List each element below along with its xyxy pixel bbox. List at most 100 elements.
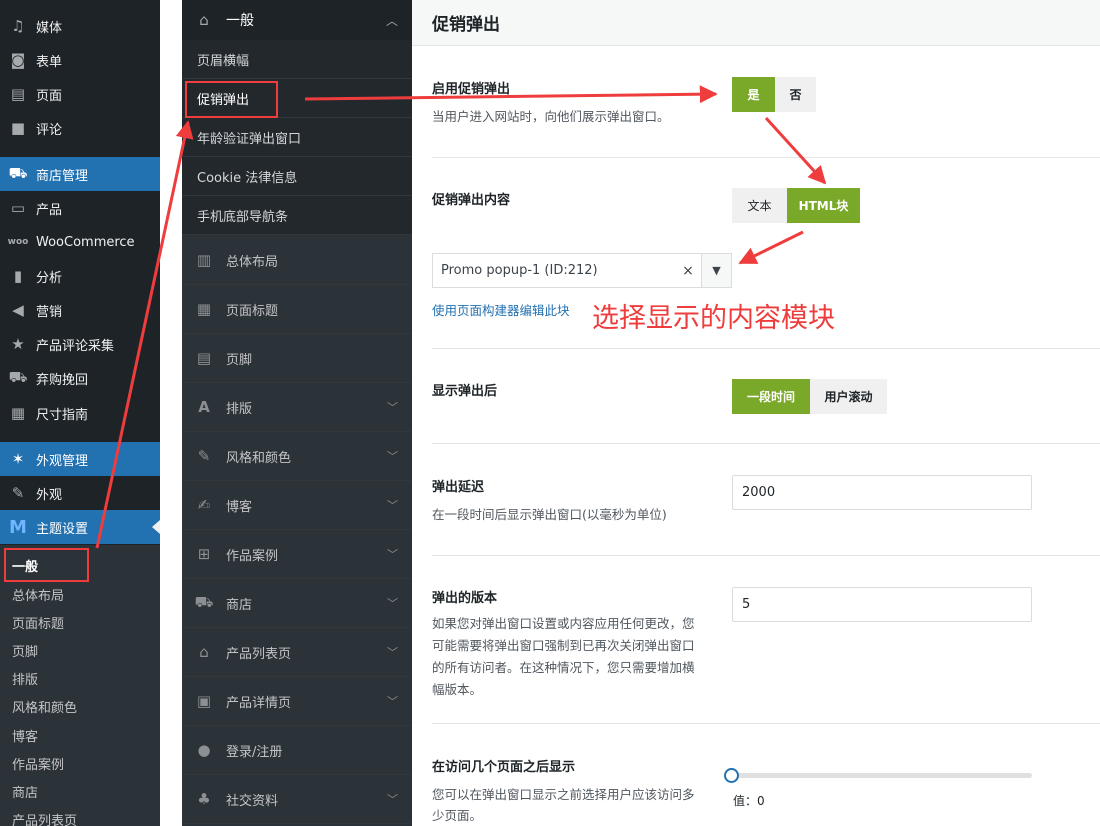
panel-section-general[interactable]: ⌂ 一般 ︿ xyxy=(182,0,412,40)
submenu-product-archive[interactable]: 产品列表页 xyxy=(12,805,77,826)
panel-section-social[interactable]: ♣ 社交资料 ﹀ xyxy=(182,775,412,824)
chevron-down-icon: ﹀ xyxy=(387,499,398,512)
archive-icon: ▭ xyxy=(10,199,26,217)
submenu-shop[interactable]: 商店 xyxy=(12,777,38,805)
menu-item-comments[interactable]: ■ 评论 xyxy=(0,111,160,145)
panel-section-layout[interactable]: ▥ 总体布局 xyxy=(182,236,412,285)
panel-sub-cookie-law[interactable]: Cookie 法律信息 xyxy=(182,157,412,196)
submenu-footer[interactable]: 页脚 xyxy=(12,636,38,664)
panel-section-page-title[interactable]: ▦ 页面标题 xyxy=(182,285,412,334)
panel-section-portfolio[interactable]: ⊞ 作品案例 ﹀ xyxy=(182,530,412,579)
star-icon: ★ xyxy=(11,335,25,353)
time-option-button[interactable]: 一段时间 xyxy=(732,379,810,414)
html-block-option-button[interactable]: HTML块 xyxy=(787,188,860,223)
page-title: 促销弹出 xyxy=(412,0,1100,46)
menu-item-forms[interactable]: ◙ 表单 xyxy=(0,43,160,77)
highlight-promo-popup xyxy=(185,81,278,118)
select-value: Promo popup-1 (ID:212) xyxy=(441,263,598,278)
network-icon: ♣ xyxy=(197,790,211,808)
panel-section-blog[interactable]: ✍ 博客 ﹀ xyxy=(182,481,412,530)
menu-item-size-guide[interactable]: ▦ 尺寸指南 xyxy=(0,396,160,430)
settings-content: 促销弹出 启用促销弹出 当用户进入网站时，向他们展示弹出窗口。 是 否 促销弹出… xyxy=(412,0,1100,826)
submenu-typography[interactable]: 排版 xyxy=(12,664,38,692)
panel-section-typography[interactable]: A 排版 ﹀ xyxy=(182,383,412,432)
woo-icon: woo xyxy=(7,237,29,247)
settings-panel: ⌂ 一般 ︿ 页眉横幅 促销弹出 年龄验证弹出窗口 Cookie 法律信息 手机… xyxy=(182,0,412,826)
chevron-down-icon: ﹀ xyxy=(387,646,398,659)
menu-item-theme-settings[interactable]: M 主题设置 xyxy=(0,510,160,544)
menu-item-appearance[interactable]: ✎ 外观 xyxy=(0,476,160,510)
panel-section-footer[interactable]: ▤ 页脚 xyxy=(182,334,412,383)
menu-item-appearance-manage[interactable]: ✶ 外观管理 xyxy=(0,442,160,476)
popup-delay-input[interactable] xyxy=(732,475,1032,510)
menu-item-woocommerce[interactable]: woo WooCommerce xyxy=(0,225,160,259)
panel-section-product-archive[interactable]: ⌂ 产品列表页 ﹀ xyxy=(182,628,412,677)
home-icon: ⌂ xyxy=(199,11,209,29)
enable-popup-title: 启用促销弹出 xyxy=(432,82,511,97)
chevron-down-icon: ﹀ xyxy=(387,793,398,806)
panel-sub-mobile-bottom-nav[interactable]: 手机底部导航条 xyxy=(182,196,412,235)
typography-icon: A xyxy=(198,398,210,416)
panel-sub-header-banner[interactable]: 页眉横幅 xyxy=(182,40,412,79)
popup-version-input[interactable] xyxy=(732,587,1032,622)
comment-icon: ■ xyxy=(10,119,26,137)
popup-delay-desc: 在一段时间后显示弹出窗口(以毫秒为单位) xyxy=(432,507,667,522)
panel-section-product-page[interactable]: ▣ 产品详情页 ﹀ xyxy=(182,677,412,726)
panel-section-shop[interactable]: ⛟ 商店 ﹀ xyxy=(182,579,412,628)
no-button[interactable]: 否 xyxy=(775,77,816,112)
popup-content-toggle: 文本 HTML块 xyxy=(732,188,860,223)
bar-chart-icon: ▮ xyxy=(13,267,23,285)
page-title-icon: ▦ xyxy=(196,300,212,318)
scroll-option-button[interactable]: 用户滚动 xyxy=(810,379,887,414)
submenu-page-title[interactable]: 页面标题 xyxy=(12,608,64,636)
divider xyxy=(432,555,1100,556)
highlight-general-submenu xyxy=(4,548,89,582)
panel-section-login-register[interactable]: ● 登录/注册 xyxy=(182,726,412,775)
edit-with-builder-link[interactable]: 使用页面构建器编辑此块 xyxy=(432,300,570,319)
html-block-select[interactable]: Promo popup-1 (ID:212) × ▼ xyxy=(432,253,732,288)
enable-popup-desc: 当用户进入网站时，向他们展示弹出窗口。 xyxy=(432,109,670,124)
pages-slider-handle[interactable] xyxy=(724,768,739,783)
menu-item-analytics[interactable]: ▮ 分析 xyxy=(0,259,160,293)
panel-sub-age-verify[interactable]: 年龄验证弹出窗口 xyxy=(182,118,412,157)
text-option-button[interactable]: 文本 xyxy=(732,188,787,223)
theme-logo-icon: M xyxy=(9,516,27,538)
yes-button[interactable]: 是 xyxy=(732,77,775,112)
submenu-styles-colors[interactable]: 风格和颜色 xyxy=(12,692,77,720)
user-icon: ● xyxy=(197,741,211,759)
show-after-pages-title: 在访问几个页面之后显示 xyxy=(432,760,576,775)
menu-item-shop-manage[interactable]: ⛟ 商店管理 xyxy=(0,157,160,191)
pages-slider-track[interactable] xyxy=(732,773,1032,778)
chevron-down-icon[interactable]: ▼ xyxy=(701,254,731,287)
menu-item-products[interactable]: ▭ 产品 xyxy=(0,191,160,225)
popup-version-desc-1: 如果您对弹出窗口设置或内容应用任何更改，您 xyxy=(432,616,695,631)
submenu-blog[interactable]: 博客 xyxy=(12,721,38,749)
submenu-layout[interactable]: 总体布局 xyxy=(12,580,64,608)
menu-item-media[interactable]: ♫ 媒体 xyxy=(0,9,160,43)
divider xyxy=(432,157,1100,158)
chevron-down-icon: ﹀ xyxy=(387,450,398,463)
chevron-up-icon: ︿ xyxy=(385,13,398,28)
chevron-down-icon: ﹀ xyxy=(387,401,398,414)
annotation-label: 选择显示的内容模块 xyxy=(592,303,835,334)
ruler-icon: ▦ xyxy=(10,404,26,422)
menu-item-marketing[interactable]: ◀ 营销 xyxy=(0,293,160,327)
show-after-pages-desc-1: 您可以在弹出窗口显示之前选择用户应该访问多 xyxy=(432,787,695,802)
submenu-portfolio[interactable]: 作品案例 xyxy=(12,749,64,777)
popup-version-desc-3: 的所有访问者。在这种情况下，您只需要增加横 xyxy=(432,660,695,675)
clear-icon[interactable]: × xyxy=(675,263,701,279)
cart-icon: ⛟ xyxy=(8,368,28,386)
menu-item-pages[interactable]: ▤ 页面 xyxy=(0,77,160,111)
footer-icon: ▤ xyxy=(196,349,212,367)
divider xyxy=(432,723,1100,724)
menu-item-review-collect[interactable]: ★ 产品评论采集 xyxy=(0,327,160,361)
popup-version-desc-4: 幅版本。 xyxy=(432,682,483,697)
media-icon: ♫ xyxy=(11,17,25,35)
brush-icon: ✎ xyxy=(197,447,211,465)
menu-item-cart-recovery[interactable]: ⛟ 弃购挽回 xyxy=(0,361,160,395)
chevron-down-icon: ﹀ xyxy=(387,597,398,610)
show-after-toggle: 一段时间 用户滚动 xyxy=(732,379,887,414)
store-icon: ⌂ xyxy=(199,643,209,661)
grid-icon: ⊞ xyxy=(197,545,211,563)
panel-section-styles-colors[interactable]: ✎ 风格和颜色 ﹀ xyxy=(182,432,412,481)
